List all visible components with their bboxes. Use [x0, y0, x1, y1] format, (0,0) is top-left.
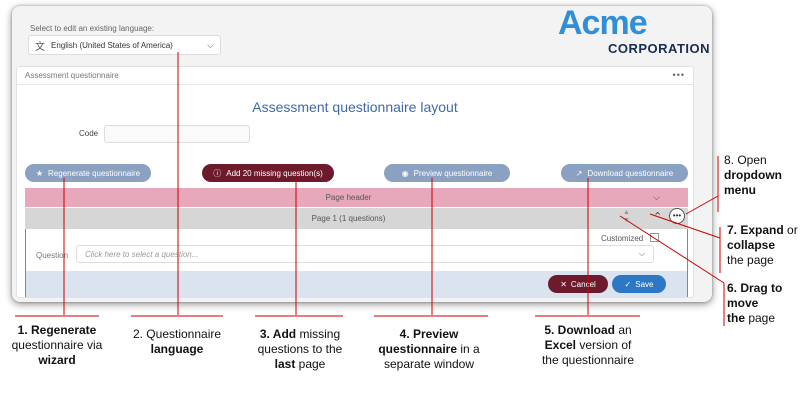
- page-1-row[interactable]: Page 1 (1 questions) ▲ ▼ ⌃: [25, 208, 672, 229]
- more-options-icon[interactable]: •••: [669, 208, 685, 224]
- check-icon: ✓: [624, 279, 632, 289]
- code-label: Code: [79, 129, 99, 138]
- language-dropdown[interactable]: 文 English (United States of America) ⌵: [28, 35, 221, 55]
- preview-questionnaire-button[interactable]: ◉ Preview questionnaire: [384, 164, 510, 182]
- question-placeholder: Click here to select a question...: [85, 249, 199, 259]
- company-logo: Acme CORPORATION: [558, 4, 711, 57]
- annotation-4: 4. Preview questionnaire in a separate w…: [378, 327, 480, 371]
- panel-menu-icon[interactable]: •••: [673, 70, 685, 80]
- save-label: Save: [635, 279, 654, 289]
- alert-circle-icon: ⓘ: [213, 168, 222, 178]
- logo-subtitle: CORPORATION: [608, 41, 711, 56]
- annotation-3: 3. Add missing questions to the last pag…: [257, 327, 343, 371]
- star-icon: ★: [35, 168, 44, 178]
- preview-label: Preview questionnaire: [413, 168, 493, 178]
- logo-wordmark: Acme: [558, 4, 648, 42]
- language-label: Select to edit an existing language:: [30, 24, 155, 33]
- question-label: Question: [36, 251, 69, 260]
- panel-title: Assessment questionnaire: [25, 71, 119, 80]
- page-header-label: Page header: [325, 193, 372, 202]
- regenerate-questionnaire-button[interactable]: ★ Regenerate questionnaire: [25, 164, 151, 182]
- layout-title: Assessment questionnaire layout: [252, 99, 458, 115]
- chevron-down-icon[interactable]: ⌵: [653, 192, 660, 203]
- translate-icon: 文: [35, 41, 45, 53]
- panel-header: Assessment questionnaire: [17, 67, 693, 85]
- questionnaire-panel: Assessment questionnaire ••• Assessment …: [16, 66, 694, 298]
- language-selected-value: English (United States of America): [51, 40, 173, 50]
- drag-handle-icon[interactable]: ▲ ▼: [623, 209, 630, 225]
- chevron-down-icon: ⌵: [638, 249, 645, 258]
- chevron-down-icon: ⌵: [207, 39, 214, 50]
- close-icon: ✕: [560, 279, 567, 289]
- customized-checkbox[interactable]: [650, 233, 659, 242]
- export-icon: ↗: [575, 168, 583, 178]
- question-editor: Customized Question Click here to select…: [25, 229, 688, 297]
- chevron-up-icon[interactable]: ⌃: [653, 210, 662, 223]
- code-input[interactable]: [104, 125, 250, 143]
- page-header-row-side: [672, 188, 688, 207]
- annotation-8: 8. Open dropdown menu: [724, 153, 782, 197]
- question-select[interactable]: Click here to select a question... ⌵: [76, 245, 654, 263]
- annotation-5: 5. Download an Excel version of the ques…: [541, 323, 635, 367]
- download-questionnaire-button[interactable]: ↗ Download questionnaire: [561, 164, 688, 182]
- regenerate-label: Regenerate questionnaire: [48, 168, 141, 178]
- cancel-label: Cancel: [570, 279, 596, 289]
- annotation-7: 7. Expand or collapse the page: [727, 223, 798, 267]
- question-footer: ✕ Cancel ✓ Save: [26, 271, 687, 297]
- page-1-label: Page 1 (1 questions): [311, 214, 386, 223]
- save-button[interactable]: ✓ Save: [612, 275, 666, 293]
- annotation-6: 6. Drag to move the page: [727, 281, 783, 325]
- annotation-1: 1. Regenerate questionnaire via wizard: [11, 323, 103, 367]
- download-label: Download questionnaire: [587, 168, 674, 178]
- cancel-button[interactable]: ✕ Cancel: [548, 275, 608, 293]
- add-missing-label: Add 20 missing question(s): [226, 168, 323, 178]
- annotation-2: 2. Questionnaire language: [132, 327, 222, 356]
- customized-label: Customized: [601, 234, 644, 243]
- add-missing-questions-button[interactable]: ⓘ Add 20 missing question(s): [202, 164, 334, 182]
- page-header-row[interactable]: Page header ⌵: [25, 188, 672, 207]
- eye-icon: ◉: [401, 168, 409, 178]
